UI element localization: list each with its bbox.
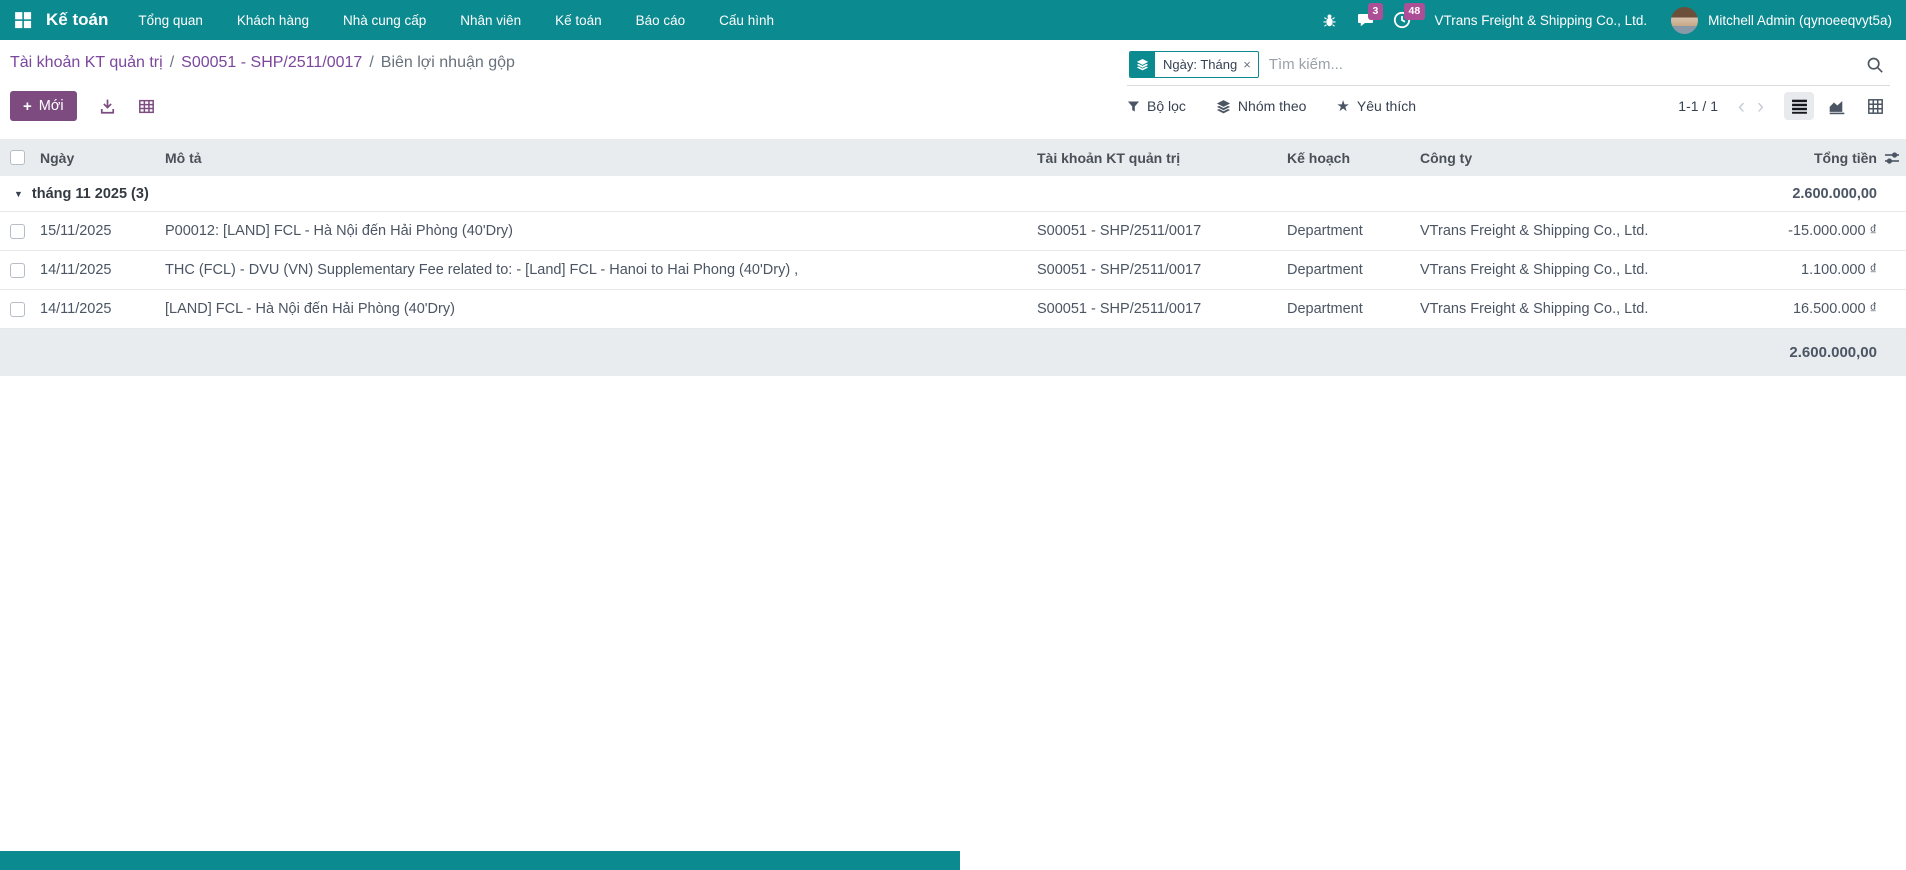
filter-funnel-icon [1127,100,1140,113]
messages-badge: 3 [1367,3,1384,20]
cell-account: S00051 - SHP/2511/0017 [1037,301,1202,317]
pivot-view-button[interactable] [1860,92,1890,120]
user-avatar[interactable] [1671,6,1699,34]
cell-company: VTrans Freight & Shipping Co., Ltd. [1420,301,1649,317]
cell-description: P00012: [LAND] FCL - Hà Nội đến Hải Phòn… [165,223,513,239]
cell-date: 15/11/2025 [40,223,112,239]
plus-icon: + [23,97,32,115]
row-checkbox[interactable] [10,301,25,317]
group-row-month[interactable]: ▼ tháng 11 2025 (3) 2.600.000,00 [0,176,1906,212]
groupby-layers-icon [1216,99,1231,114]
breadcrumb-separator: / [369,54,374,71]
cell-date: 14/11/2025 [40,262,112,278]
table-header-row: Ngày Mô tả Tài khoản KT quản trị Kế hoạc… [0,139,1906,176]
app-name[interactable]: Kế toán [46,10,108,30]
activities-badge: 48 [1403,3,1426,20]
select-all-checkbox[interactable] [10,150,25,165]
column-header-description[interactable]: Mô tả [165,150,1037,166]
cell-amount: -15.000.000 ₫ [1788,223,1877,239]
menu-item-khach-hang[interactable]: Khách hàng [237,13,309,28]
search-bar: Ngày: Tháng × [1127,47,1890,86]
export-download-icon[interactable] [99,98,116,115]
menu-item-nhan-vien[interactable]: Nhân viên [460,13,521,28]
column-header-plan[interactable]: Kế hoạch [1287,150,1420,166]
table-row[interactable]: 14/11/2025 THC (FCL) - DVU (VN) Suppleme… [0,251,1906,290]
apps-grid-icon[interactable] [8,5,38,35]
facet-label: Ngày: Tháng [1163,57,1238,72]
group-total: 2.600.000,00 [1792,185,1877,202]
new-button[interactable]: + Mới [10,91,77,121]
debug-bug-icon[interactable] [1317,7,1343,33]
messages-icon[interactable]: 3 [1353,3,1384,33]
company-switcher[interactable]: VTrans Freight & Shipping Co., Ltd. [1435,13,1648,28]
table-row[interactable]: 15/11/2025 P00012: [LAND] FCL - Hà Nội đ… [0,212,1906,251]
group-expand-caret-icon[interactable]: ▼ [14,189,23,199]
cell-amount: 1.100.000 ₫ [1801,262,1877,278]
cell-plan: Department [1287,301,1363,317]
breadcrumb-separator: / [169,54,175,71]
cell-company: VTrans Freight & Shipping Co., Ltd. [1420,262,1649,278]
new-button-label: Mới [38,98,64,114]
main-menu: Tổng quan Khách hàng Nhà cung cấp Nhân v… [138,13,774,28]
optional-columns-sliders-icon[interactable] [1877,150,1906,166]
search-input[interactable] [1258,56,1866,73]
row-checkbox[interactable] [10,262,25,278]
view-switcher [1784,92,1890,120]
cell-description: [LAND] FCL - Hà Nội đến Hải Phòng (40'Dr… [165,301,455,317]
control-panel-toolbar: + Mới Bộ lọc Nhóm theo ★ Yêu thích 1-1 /… [0,86,1906,126]
facet-remove-icon[interactable]: × [1241,52,1258,77]
insert-spreadsheet-icon[interactable] [138,98,155,115]
groupby-button[interactable]: Nhóm theo [1216,98,1306,114]
cell-account: S00051 - SHP/2511/0017 [1037,262,1202,278]
favorites-label: Yêu thích [1356,98,1417,114]
list-view-button[interactable] [1784,92,1814,120]
graph-view-button[interactable] [1822,92,1852,120]
column-header-date[interactable]: Ngày [40,150,165,166]
menu-item-nha-cung-cap[interactable]: Nhà cung cấp [343,13,426,28]
cell-plan: Department [1287,262,1363,278]
bottom-loading-bar [0,851,960,870]
pager-counter: 1-1 / 1 [1678,98,1718,114]
menu-item-cau-hinh[interactable]: Cấu hình [719,13,774,28]
group-label: tháng 11 2025 (3) [31,185,149,202]
menu-item-ke-toan[interactable]: Kế toán [555,13,602,28]
top-navbar: Kế toán Tổng quan Khách hàng Nhà cung cấ… [0,0,1906,40]
cell-account: S00051 - SHP/2511/0017 [1037,223,1202,239]
favorites-button[interactable]: ★ Yêu thích [1336,98,1416,114]
filters-label: Bộ lọc [1147,98,1186,114]
breadcrumb-link-analytic-accounts[interactable]: Tài khoản KT quản trị [10,54,163,72]
column-header-amount[interactable]: Tổng tiền [1675,150,1877,166]
row-checkbox[interactable] [10,223,25,239]
search-facet-date-month: Ngày: Tháng × [1129,51,1259,78]
pager-previous-icon[interactable]: ‹ [1732,96,1751,117]
star-icon: ★ [1336,97,1350,115]
user-menu[interactable]: Mitchell Admin (qynoeeqvyt5a) [1708,13,1892,28]
column-header-company[interactable]: Công ty [1420,150,1675,166]
breadcrumb-link-account[interactable]: S00051 - SHP/2511/0017 [181,54,362,72]
filters-button[interactable]: Bộ lọc [1127,98,1186,114]
breadcrumb-current-page: Biên lợi nhuận gộp [380,54,515,71]
list-view-table: Ngày Mô tả Tài khoản KT quản trị Kế hoạc… [0,139,1906,376]
table-row[interactable]: 14/11/2025 [LAND] FCL - Hà Nội đến Hải P… [0,290,1906,329]
groupby-label: Nhóm theo [1237,98,1307,114]
control-panel-top: Tài khoản KT quản trị / S00051 - SHP/251… [0,40,1906,86]
activities-clock-icon[interactable]: 48 [1389,3,1426,33]
cell-plan: Department [1287,223,1363,239]
cell-amount: 16.500.000 ₫ [1792,301,1877,317]
pager-next-icon[interactable]: › [1751,96,1770,117]
footer-total: 2.600.000,00 [1789,344,1877,361]
cell-company: VTrans Freight & Shipping Co., Ltd. [1420,223,1649,239]
cell-date: 14/11/2025 [40,301,112,317]
navbar-right: 3 48 VTrans Freight & Shipping Co., Ltd.… [1317,3,1896,34]
table-footer-row: 2.600.000,00 [0,329,1906,376]
menu-item-bao-cao[interactable]: Báo cáo [636,13,686,28]
column-header-account[interactable]: Tài khoản KT quản trị [1037,150,1287,166]
search-icon[interactable] [1866,56,1884,74]
breadcrumb: Tài khoản KT quản trị / S00051 - SHP/251… [10,54,515,72]
menu-item-tong-quan[interactable]: Tổng quan [138,13,203,28]
toolbar-right: Bộ lọc Nhóm theo ★ Yêu thích 1-1 / 1 ‹ › [1127,92,1890,120]
cell-description: THC (FCL) - DVU (VN) Supplementary Fee r… [165,262,799,278]
groupby-layers-icon [1130,52,1155,77]
